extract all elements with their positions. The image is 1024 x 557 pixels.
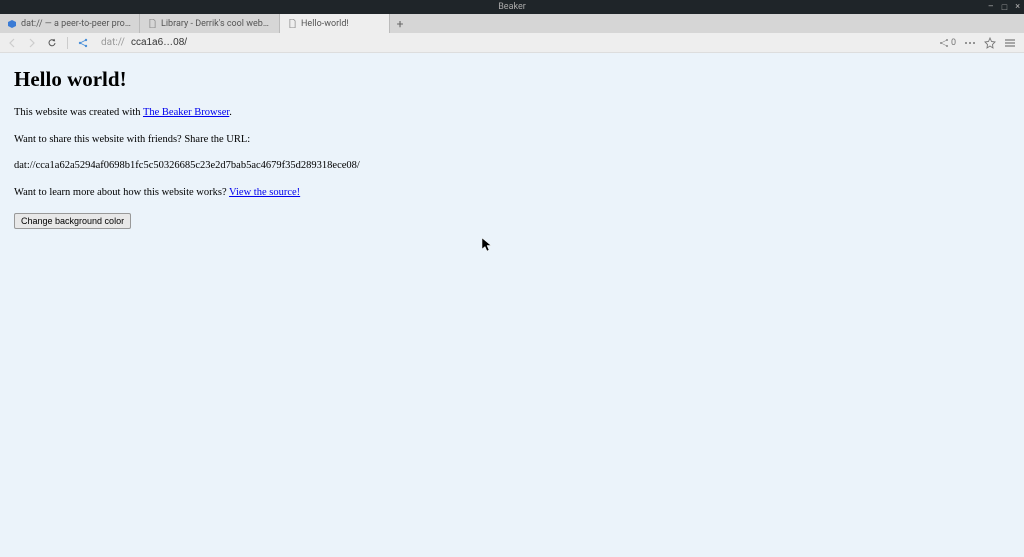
share-text: Want to share this website with friends?…: [14, 133, 1010, 148]
more-icon[interactable]: [964, 41, 976, 45]
close-button[interactable]: ×: [1015, 2, 1020, 13]
page-heading: Hello world!: [14, 67, 1010, 92]
toolbar-right: 0: [939, 37, 1020, 49]
forward-button[interactable]: [24, 35, 40, 51]
reload-button[interactable]: [44, 35, 60, 51]
window-title: Beaker: [498, 2, 526, 12]
tab-label: dat:// — a peer-to-peer protocol: [21, 19, 131, 29]
tab-label: Library - Derrik's cool website thing: [161, 19, 271, 29]
window-controls: – □ ×: [988, 2, 1020, 13]
toolbar: dat:// 0: [0, 33, 1024, 53]
back-button[interactable]: [4, 35, 20, 51]
tab-peer-protocol[interactable]: dat:// — a peer-to-peer protocol: [0, 14, 140, 33]
hexagon-icon: [8, 20, 16, 28]
tab-label: Hello-world!: [301, 19, 349, 29]
url-scheme: dat://: [95, 37, 127, 48]
file-icon: [148, 20, 156, 28]
dat-url: dat://cca1a62a5294af0698b1fc5c50326685c2…: [14, 159, 1010, 174]
file-icon: [288, 20, 296, 28]
peer-count-value: 0: [951, 38, 956, 48]
tab-hello-world[interactable]: Hello-world!: [280, 14, 390, 33]
learn-text: Want to learn more about how this websit…: [14, 186, 1010, 201]
menu-icon[interactable]: [1004, 38, 1016, 48]
address-bar[interactable]: [131, 37, 935, 48]
star-icon[interactable]: [984, 37, 996, 49]
maximize-button[interactable]: □: [1002, 2, 1007, 13]
window-titlebar: Beaker – □ ×: [0, 0, 1024, 14]
view-source-link[interactable]: View the source!: [229, 187, 300, 198]
cursor-icon: [482, 238, 492, 256]
minimize-button[interactable]: –: [988, 2, 994, 13]
created-text: This website was created with The Beaker…: [14, 106, 1010, 121]
page-content: Hello world! This website was created wi…: [0, 53, 1024, 557]
beaker-link[interactable]: The Beaker Browser: [143, 107, 229, 118]
tab-library[interactable]: Library - Derrik's cool website thing: [140, 14, 280, 33]
share-icon[interactable]: [75, 35, 91, 51]
new-tab-button[interactable]: +: [390, 14, 410, 33]
peer-count[interactable]: 0: [939, 38, 956, 48]
change-background-button[interactable]: Change background color: [14, 213, 131, 229]
divider: [67, 37, 68, 49]
tab-bar: dat:// — a peer-to-peer protocol Library…: [0, 14, 1024, 33]
